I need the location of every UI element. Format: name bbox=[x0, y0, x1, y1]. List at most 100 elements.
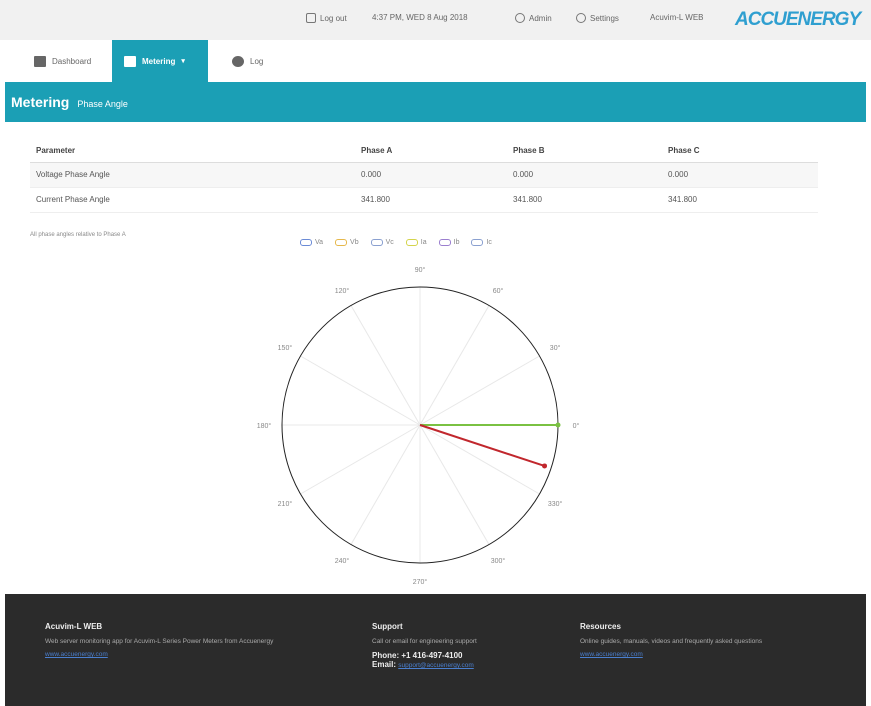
main-nav: Dashboard Metering ▾ Log bbox=[0, 40, 871, 82]
logout-link[interactable]: Log out bbox=[306, 13, 347, 23]
footer-phone: Phone: +1 416-497-4100 bbox=[372, 651, 463, 660]
angle-tick-label: 300° bbox=[491, 557, 506, 565]
legend-item[interactable]: Va bbox=[300, 239, 323, 246]
footer-about-link[interactable]: www.accuenergy.com bbox=[45, 651, 273, 658]
footer-about-heading: Acuvim-L WEB bbox=[45, 622, 103, 631]
tab-dashboard[interactable]: Dashboard bbox=[22, 40, 103, 82]
settings-link[interactable]: Settings bbox=[576, 13, 619, 23]
legend-swatch bbox=[370, 239, 383, 246]
footer-resources-text: Online guides, manuals, videos and frequ… bbox=[580, 638, 763, 645]
legend-label: Vb bbox=[350, 239, 359, 246]
column-header: Phase C bbox=[662, 140, 818, 163]
tab-dashboard-label: Dashboard bbox=[52, 56, 92, 66]
datetime-display: 4:37 PM, WED 8 Aug 2018 bbox=[372, 13, 468, 22]
angle-tick-label: 30° bbox=[550, 344, 561, 352]
legend-item[interactable]: Vb bbox=[335, 239, 359, 246]
legend-item[interactable]: Ic bbox=[471, 239, 492, 246]
page: Log out 4:37 PM, WED 8 Aug 2018 Admin Se… bbox=[0, 0, 871, 706]
angle-tick-label: 150° bbox=[278, 344, 293, 352]
footer-resources: Resources Online guides, manuals, videos… bbox=[580, 622, 762, 658]
polar-spoke bbox=[419, 305, 490, 426]
polar-spoke bbox=[419, 355, 540, 426]
phasor-chart: 90° 60° 30° 0° 330° 300° 270° 240° 210° 180° 150° 1… bbox=[257, 266, 580, 585]
tab-log-label: Log bbox=[250, 56, 264, 66]
device-label: Acuvim-L WEB bbox=[650, 13, 704, 22]
legend-item[interactable]: Vc bbox=[370, 239, 394, 246]
reference-note: All phase angles relative to Phase A bbox=[30, 232, 126, 238]
table-cell: 341.800 bbox=[507, 187, 662, 213]
footer-email: Email: support@accuenergy.com bbox=[372, 660, 477, 669]
table-cell: 0.000 bbox=[507, 162, 662, 188]
dashboard-icon bbox=[34, 55, 46, 67]
polar-spoke bbox=[350, 305, 421, 426]
column-header: Parameter bbox=[30, 140, 355, 163]
polar-spoke bbox=[300, 355, 421, 426]
legend-swatch bbox=[438, 239, 451, 246]
table-cell: 0.000 bbox=[662, 162, 818, 188]
angle-tick-label: 90° bbox=[415, 266, 426, 274]
legend-swatch bbox=[471, 239, 484, 246]
log-icon bbox=[232, 55, 244, 67]
polar-spoke bbox=[419, 424, 540, 495]
angle-tick-label: 60° bbox=[493, 287, 504, 295]
footer-resources-heading: Resources bbox=[580, 622, 621, 631]
legend-item[interactable]: Ia bbox=[405, 239, 427, 246]
logout-icon bbox=[306, 13, 316, 23]
footer-resources-link[interactable]: www.accuenergy.com bbox=[580, 651, 762, 658]
table-cell: 0.000 bbox=[355, 162, 507, 188]
table-cell: Voltage Phase Angle bbox=[30, 162, 355, 188]
angle-tick-label: 330° bbox=[548, 500, 563, 508]
device-name: Acuvim-L WEB bbox=[650, 13, 704, 22]
footer-email-link[interactable]: support@accuenergy.com bbox=[398, 662, 474, 669]
legend-label: Va bbox=[315, 239, 324, 246]
admin-label: Admin bbox=[529, 13, 552, 23]
angle-tick-label: 240° bbox=[335, 557, 350, 565]
datetime-label: 4:37 PM, WED 8 Aug 2018 bbox=[372, 13, 468, 22]
footer-email-label: Email: bbox=[372, 660, 397, 669]
polar-spoke bbox=[419, 424, 490, 545]
legend-swatch bbox=[335, 239, 348, 246]
info-icon bbox=[515, 13, 525, 23]
phase-angle-table: Parameter Phase A Phase B Phase C Voltag… bbox=[30, 140, 818, 213]
column-header: Phase B bbox=[507, 140, 662, 163]
chart-legend: Va Vb Vc Ia Ib Ic bbox=[300, 239, 492, 246]
phasor-voltage-tip bbox=[555, 422, 561, 428]
legend-swatch bbox=[300, 239, 312, 246]
phasor-current-tip bbox=[542, 463, 548, 469]
legend-label: Ib bbox=[453, 239, 460, 246]
table-cell: Current Phase Angle bbox=[30, 187, 355, 213]
angle-tick-label: 270° bbox=[413, 578, 428, 585]
table-row: Voltage Phase Angle 0.000 0.000 0.000 bbox=[30, 162, 818, 188]
table-row: Current Phase Angle 341.800 341.800 341.… bbox=[30, 187, 818, 213]
column-header: Phase A bbox=[355, 140, 507, 163]
footer-support-text: Call or email for engineering support bbox=[372, 638, 477, 645]
tab-metering-label: Metering bbox=[142, 56, 176, 66]
footer-support-heading: Support bbox=[372, 622, 403, 631]
brand-logo: ACCUENERGY bbox=[735, 9, 861, 30]
footer-support: Support Call or email for engineering su… bbox=[372, 622, 477, 669]
legend-item[interactable]: Ib bbox=[438, 239, 460, 246]
legend-swatch bbox=[405, 239, 418, 246]
angle-tick-label: 210° bbox=[278, 500, 293, 508]
logout-label: Log out bbox=[320, 13, 347, 23]
page-subtitle: Phase Angle bbox=[77, 99, 128, 109]
chevron-down-icon: ▾ bbox=[181, 58, 185, 65]
angle-tick-label: 180° bbox=[257, 422, 272, 430]
tab-log[interactable]: Log bbox=[220, 40, 275, 82]
legend-label: Vc bbox=[385, 239, 394, 246]
admin-link[interactable]: Admin bbox=[515, 13, 552, 23]
angle-tick-label: 120° bbox=[335, 287, 350, 295]
table-header-row: Parameter Phase A Phase B Phase C bbox=[30, 140, 818, 163]
legend-label: Ia bbox=[420, 239, 427, 246]
table-cell: 341.800 bbox=[662, 187, 818, 213]
page-title: Metering bbox=[11, 94, 70, 110]
tab-metering[interactable]: Metering ▾ bbox=[112, 40, 208, 82]
legend-label: Ic bbox=[486, 239, 492, 246]
footer-about: Acuvim-L WEB Web server monitoring app f… bbox=[45, 622, 273, 658]
gear-icon bbox=[576, 13, 586, 23]
footer-about-text: Web server monitoring app for Acuvim-L S… bbox=[45, 638, 274, 645]
polar-spoke bbox=[350, 424, 421, 545]
phasor-current bbox=[419, 424, 545, 467]
settings-label: Settings bbox=[590, 13, 619, 23]
polar-spoke bbox=[300, 424, 421, 495]
